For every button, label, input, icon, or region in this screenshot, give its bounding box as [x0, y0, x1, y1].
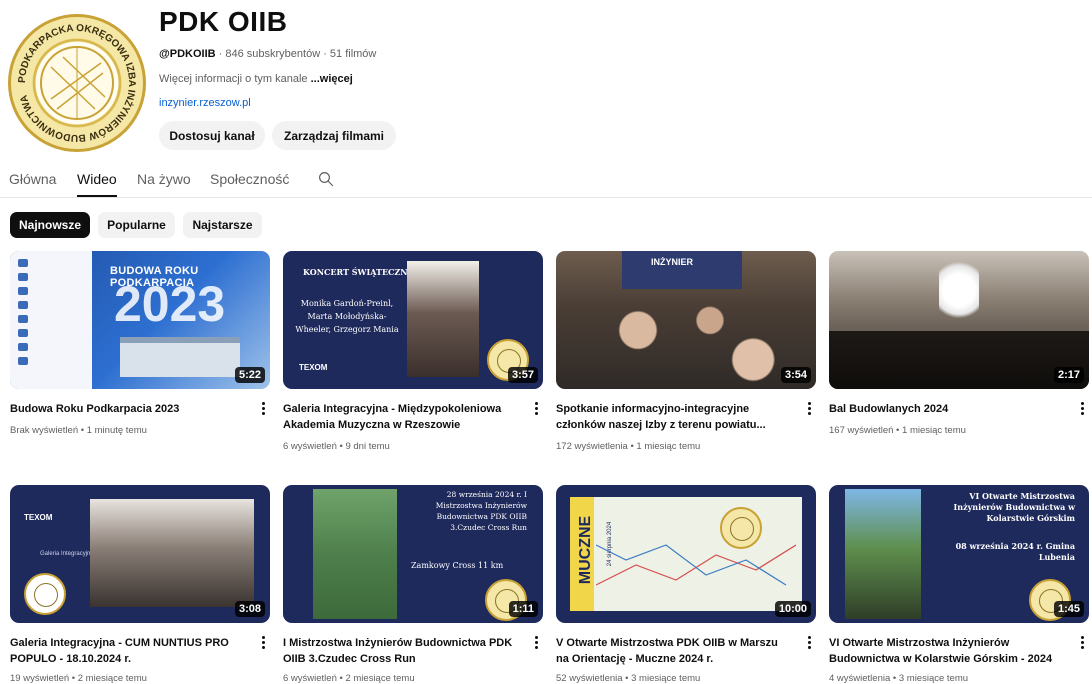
video-thumbnail[interactable]: KONCERT ŚWIĄTECZNY Monika Gardoń-Preinl,…: [283, 251, 543, 389]
video-card[interactable]: MUCZNE 24 sierpnia 2024 10:00 V Otwarte …: [556, 485, 816, 684]
more-vert-icon[interactable]: [804, 401, 814, 417]
tab-home[interactable]: Główna: [9, 171, 56, 195]
people-photo: [566, 291, 806, 389]
chip-oldest[interactable]: Najstarsze: [183, 212, 262, 238]
video-meta: 6 wyświetleń • 2 miesiące temu: [283, 673, 415, 684]
description-text: Więcej informacji o tym kanale: [159, 73, 311, 85]
video-title[interactable]: I Mistrzostwa Inżynierów Budownictwa PDK…: [283, 635, 518, 667]
chip-popular[interactable]: Popularne: [98, 212, 175, 238]
video-card[interactable]: KONCERT ŚWIĄTECZNY Monika Gardoń-Preinl,…: [283, 251, 543, 452]
video-card[interactable]: INŻYNIER 3:54 Spotkanie informacyjno-int…: [556, 251, 816, 452]
more-vert-icon[interactable]: [1077, 635, 1087, 651]
seal-icon: [24, 573, 66, 615]
channel-description[interactable]: Więcej informacji o tym kanale ...więcej: [159, 73, 353, 85]
thumbnail-year: 2023: [114, 276, 226, 332]
flowers-image: [939, 255, 979, 325]
brand-text: TEXOM: [24, 513, 53, 522]
video-title[interactable]: VI Otwarte Mistrzostwa Inżynierów Budown…: [829, 635, 1064, 667]
channel-logo-icon: PODKARPACKA OKRĘGOWA IZBA INŻYNIERÓW BUD…: [17, 23, 137, 143]
video-thumbnail[interactable]: INŻYNIER 3:54: [556, 251, 816, 389]
table-image: [829, 331, 1089, 389]
video-title[interactable]: Galeria Integracyjna - CUM NUNTIUS PRO P…: [10, 635, 245, 667]
duration-badge: 3:54: [780, 367, 811, 383]
thumbnail-sidebar: [10, 251, 92, 389]
video-meta: 52 wyświetlenia • 3 miesiące temu: [556, 673, 701, 684]
search-icon[interactable]: [317, 170, 335, 188]
runner-photo: [313, 489, 397, 619]
thumbnail-subtext: Zamkowy Cross 11 km: [411, 561, 504, 570]
video-meta: 172 wyświetlenia • 1 miesiąc temu: [556, 441, 701, 452]
video-thumbnail[interactable]: 28 września 2024 r. I Mistrzostwa Inżyni…: [283, 485, 543, 623]
channel-meta: @PDKOIIB · 846 subskrybentów · 51 filmów: [159, 48, 376, 60]
duration-badge: 3:08: [234, 601, 265, 617]
video-title[interactable]: Budowa Roku Podkarpacia 2023: [10, 401, 245, 417]
building-image: [120, 337, 240, 377]
thumbnail-text: VI Otwarte Mistrzostwa Inżynierów Budown…: [953, 491, 1075, 523]
duration-badge: 2:17: [1053, 367, 1084, 383]
thumbnail-text: INŻYNIER: [651, 257, 694, 267]
thumbnail-subtext: Galeria Integracyjna: [40, 551, 94, 557]
channel-tabs: Główna Wideo Na żywo Społeczność: [0, 166, 1092, 198]
tab-live[interactable]: Na żywo: [137, 171, 191, 195]
channel-title: PDK OIIB: [159, 6, 288, 37]
video-card[interactable]: 2:17 Bal Budowlanych 2024 167 wyświetleń…: [829, 251, 1089, 436]
cyclist-photo: [845, 489, 921, 619]
video-meta: Brak wyświetleń • 1 minutę temu: [10, 425, 147, 436]
more-vert-icon[interactable]: [258, 635, 268, 651]
thumbnail-text: MUCZNE: [577, 515, 594, 585]
video-title[interactable]: Bal Budowlanych 2024: [829, 401, 1064, 417]
thumbnail-text: KONCERT ŚWIĄTECZNY: [303, 267, 414, 277]
more-vert-icon[interactable]: [258, 401, 268, 417]
video-card[interactable]: TEXOM Galeria Integracyjna 3:08 Galeria …: [10, 485, 270, 684]
audience-photo: [90, 499, 254, 607]
chip-newest[interactable]: Najnowsze: [10, 212, 90, 238]
channel-handle: @PDKOIIB: [159, 48, 216, 60]
more-vert-icon[interactable]: [804, 635, 814, 651]
video-thumbnail[interactable]: MUCZNE 24 sierpnia 2024 10:00: [556, 485, 816, 623]
thumbnail-subtext: Monika Gardoń-Preinl, Marta Mołodyńska-W…: [295, 299, 399, 334]
video-thumbnail[interactable]: 2:17: [829, 251, 1089, 389]
video-meta: 4 wyświetlenia • 3 miesiące temu: [829, 673, 969, 684]
duration-badge: 3:57: [507, 367, 538, 383]
brand-text: TEXOM: [299, 363, 328, 372]
duration-badge: 10:00: [774, 601, 811, 617]
tab-community[interactable]: Społeczność: [210, 171, 289, 195]
video-card[interactable]: VI Otwarte Mistrzostwa Inżynierów Budown…: [829, 485, 1089, 684]
duration-badge: 1:11: [508, 601, 538, 617]
tab-videos[interactable]: Wideo: [77, 171, 117, 197]
video-meta: 19 wyświetleń • 2 miesiące temu: [10, 673, 147, 684]
duration-badge: 1:45: [1053, 601, 1084, 617]
seal-icon: [720, 507, 762, 549]
manage-videos-button[interactable]: Zarządzaj filmami: [272, 121, 396, 150]
performer-photo: [407, 261, 479, 377]
map-lines: [596, 544, 796, 586]
video-thumbnail[interactable]: VI Otwarte Mistrzostwa Inżynierów Budown…: [829, 485, 1089, 623]
video-title[interactable]: V Otwarte Mistrzostwa PDK OIIB w Marszu …: [556, 635, 791, 667]
channel-stats: · 846 subskrybentów · 51 filmów: [215, 48, 377, 60]
video-title[interactable]: Galeria Integracyjna - Międzypokoleniowa…: [283, 401, 518, 433]
video-thumbnail[interactable]: BUDOWA ROKU PODKARPACIA 2023 5:22: [10, 251, 270, 389]
more-vert-icon[interactable]: [531, 401, 541, 417]
more-link[interactable]: ...więcej: [311, 73, 353, 85]
more-vert-icon[interactable]: [1077, 401, 1087, 417]
video-meta: 167 wyświetleń • 1 miesiąc temu: [829, 425, 966, 436]
more-vert-icon[interactable]: [531, 635, 541, 651]
channel-website-link[interactable]: inzynier.rzeszow.pl: [159, 97, 251, 109]
video-meta: 6 wyświetleń • 9 dni temu: [283, 441, 390, 452]
thumbnail-text: 28 września 2024 r. I Mistrzostwa Inżyni…: [435, 490, 527, 532]
video-card[interactable]: BUDOWA ROKU PODKARPACIA 2023 5:22 Budowa…: [10, 251, 270, 436]
video-thumbnail[interactable]: TEXOM Galeria Integracyjna 3:08: [10, 485, 270, 623]
video-card[interactable]: 28 września 2024 r. I Mistrzostwa Inżyni…: [283, 485, 543, 684]
video-title[interactable]: Spotkanie informacyjno-integracyjne czło…: [556, 401, 791, 433]
customize-channel-button[interactable]: Dostosuj kanał: [159, 121, 265, 150]
channel-avatar[interactable]: PODKARPACKA OKRĘGOWA IZBA INŻYNIERÓW BUD…: [8, 14, 146, 152]
thumbnail-subtext: 08 września 2024 r. Gmina Lubenia: [955, 541, 1075, 562]
duration-badge: 5:22: [234, 367, 265, 383]
